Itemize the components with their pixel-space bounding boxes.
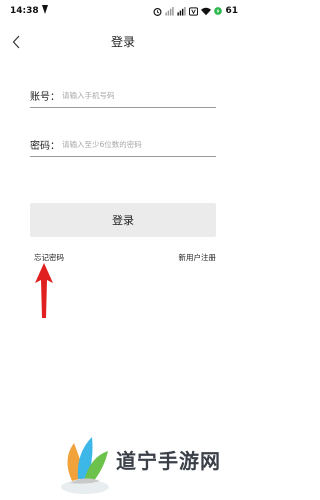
- watermark-logo-icon: [61, 437, 109, 494]
- status-left: 14:38: [10, 5, 48, 17]
- password-input[interactable]: [62, 140, 216, 149]
- battery-level: 61: [225, 6, 238, 16]
- signal-off-icon: [165, 6, 175, 16]
- wifi-icon: [201, 7, 212, 16]
- password-label: 密码：: [30, 141, 60, 152]
- alarm-icon: [153, 7, 162, 16]
- status-right: 61: [153, 6, 238, 16]
- annotation-arrow-icon: [35, 263, 53, 318]
- account-field: 账号：: [30, 84, 216, 108]
- account-label: 账号：: [30, 92, 60, 103]
- signal-icon: [177, 6, 187, 16]
- watermark-text: 道宁手游网: [116, 448, 221, 473]
- volte-icon: [189, 6, 199, 16]
- login-screen: 14:38 61 登录 账号： 请输入手机号码 密码： 登录 忘记密码 新用户注…: [0, 0, 246, 500]
- status-bar: 14:38 61: [0, 0, 246, 22]
- account-input[interactable]: [62, 91, 216, 100]
- watermark: 道宁手游网: [58, 418, 244, 500]
- page-title: 登录: [110, 35, 135, 49]
- forgot-password-link[interactable]: 忘记密码: [34, 252, 64, 263]
- notification-icon: [41, 5, 48, 17]
- battery-icon: [214, 7, 223, 15]
- status-time: 14:38: [10, 6, 39, 16]
- register-link[interactable]: 新用户注册: [179, 252, 217, 263]
- password-field: 密码：: [30, 133, 216, 157]
- login-button[interactable]: 登录: [30, 203, 216, 237]
- nav-bar: 登录: [0, 28, 246, 56]
